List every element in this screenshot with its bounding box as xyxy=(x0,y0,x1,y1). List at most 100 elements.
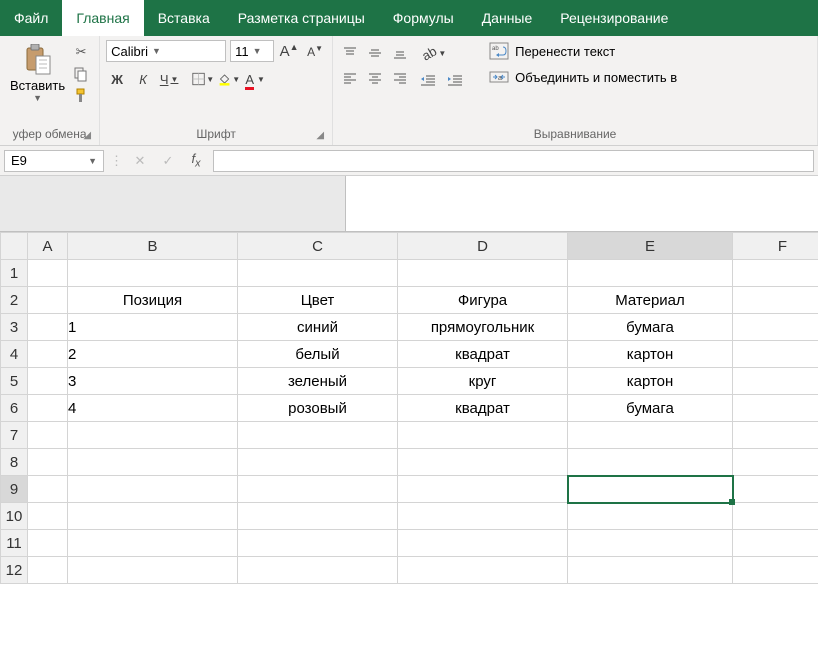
cell[interactable] xyxy=(28,422,68,449)
cell[interactable] xyxy=(398,449,568,476)
cell[interactable] xyxy=(733,395,818,422)
tab-data[interactable]: Данные xyxy=(468,0,547,36)
decrease-font-button[interactable]: A▼ xyxy=(304,40,326,62)
formula-input[interactable] xyxy=(213,150,814,172)
cell[interactable]: зеленый xyxy=(238,368,398,395)
cell[interactable] xyxy=(398,503,568,530)
cell[interactable] xyxy=(28,503,68,530)
cell[interactable] xyxy=(568,422,733,449)
align-top-button[interactable] xyxy=(339,42,361,64)
cell[interactable] xyxy=(28,341,68,368)
cell[interactable] xyxy=(28,557,68,584)
cell[interactable] xyxy=(238,260,398,287)
increase-font-button[interactable]: A▲ xyxy=(278,40,300,62)
cell[interactable]: картон xyxy=(568,341,733,368)
row-header[interactable]: 1 xyxy=(1,260,28,287)
row-header[interactable]: 6 xyxy=(1,395,28,422)
cell[interactable] xyxy=(733,530,818,557)
paste-button[interactable]: Вставить ▼ xyxy=(6,40,69,105)
cell[interactable] xyxy=(238,422,398,449)
cell[interactable]: 4 xyxy=(68,395,238,422)
cell[interactable]: синий xyxy=(238,314,398,341)
cell[interactable] xyxy=(398,476,568,503)
tab-formulas[interactable]: Формулы xyxy=(379,0,468,36)
align-left-button[interactable] xyxy=(339,67,361,89)
cell[interactable] xyxy=(733,260,818,287)
row-header[interactable]: 10 xyxy=(1,503,28,530)
row-header[interactable]: 5 xyxy=(1,368,28,395)
column-header[interactable]: E xyxy=(568,233,733,260)
column-header[interactable]: D xyxy=(398,233,568,260)
cell[interactable] xyxy=(28,368,68,395)
cell[interactable] xyxy=(28,395,68,422)
cell[interactable] xyxy=(28,260,68,287)
cell[interactable] xyxy=(68,476,238,503)
cell[interactable] xyxy=(238,476,398,503)
cell[interactable]: розовый xyxy=(238,395,398,422)
tab-file[interactable]: Файл xyxy=(0,0,62,36)
cell[interactable] xyxy=(733,557,818,584)
font-name-combo[interactable]: Calibri▼ xyxy=(106,40,226,62)
cell[interactable] xyxy=(733,314,818,341)
cell[interactable]: Материал xyxy=(568,287,733,314)
cell[interactable] xyxy=(238,530,398,557)
cell[interactable]: круг xyxy=(398,368,568,395)
enter-formula-button[interactable]: ✓ xyxy=(157,150,179,172)
cell[interactable] xyxy=(398,530,568,557)
tab-home[interactable]: Главная xyxy=(62,0,143,36)
cell[interactable] xyxy=(398,422,568,449)
cell[interactable] xyxy=(733,341,818,368)
cell[interactable] xyxy=(28,530,68,557)
row-header[interactable]: 2 xyxy=(1,287,28,314)
cell[interactable]: Цвет xyxy=(238,287,398,314)
cell[interactable] xyxy=(568,449,733,476)
cell[interactable] xyxy=(398,260,568,287)
name-box[interactable]: E9▼ xyxy=(4,150,104,172)
row-header[interactable]: 8 xyxy=(1,449,28,476)
decrease-indent-button[interactable] xyxy=(417,70,439,92)
cell[interactable] xyxy=(733,368,818,395)
launcher-icon[interactable]: ◢ xyxy=(316,130,324,141)
cell[interactable] xyxy=(568,503,733,530)
increase-indent-button[interactable] xyxy=(444,70,466,92)
fill-color-button[interactable]: ▼ xyxy=(218,68,240,90)
row-header[interactable]: 12 xyxy=(1,557,28,584)
cell[interactable] xyxy=(28,314,68,341)
column-header[interactable]: A xyxy=(28,233,68,260)
cell[interactable] xyxy=(733,449,818,476)
cell[interactable] xyxy=(733,287,818,314)
spreadsheet-grid[interactable]: ABCDEF12ПозицияЦветФигураМатериал31синий… xyxy=(0,232,818,584)
cell[interactable] xyxy=(733,503,818,530)
cell[interactable] xyxy=(733,476,818,503)
cell[interactable] xyxy=(68,449,238,476)
cell[interactable] xyxy=(28,476,68,503)
cell[interactable] xyxy=(398,557,568,584)
cell[interactable] xyxy=(568,260,733,287)
cell[interactable]: картон xyxy=(568,368,733,395)
cut-button[interactable]: ✂ xyxy=(71,42,91,62)
cell[interactable]: белый xyxy=(238,341,398,368)
cell[interactable] xyxy=(568,557,733,584)
cell[interactable]: Позиция xyxy=(68,287,238,314)
format-painter-button[interactable] xyxy=(71,86,91,106)
underline-button[interactable]: Ч▼ xyxy=(158,68,180,90)
cell[interactable] xyxy=(68,530,238,557)
insert-function-button[interactable]: fx xyxy=(185,150,207,172)
cell[interactable]: 1 xyxy=(68,314,238,341)
italic-button[interactable]: К xyxy=(132,68,154,90)
font-size-combo[interactable]: 11▼ xyxy=(230,40,274,62)
cell[interactable] xyxy=(68,557,238,584)
font-color-button[interactable]: A ▼ xyxy=(244,68,266,90)
row-header[interactable]: 11 xyxy=(1,530,28,557)
align-right-button[interactable] xyxy=(389,67,411,89)
cell[interactable]: 2 xyxy=(68,341,238,368)
merge-center-button[interactable]: a Объединить и поместить в xyxy=(489,68,677,86)
cell[interactable] xyxy=(68,260,238,287)
orientation-button[interactable]: ab▼ xyxy=(417,42,451,64)
cell[interactable] xyxy=(28,449,68,476)
column-header[interactable]: B xyxy=(68,233,238,260)
align-center-button[interactable] xyxy=(364,67,386,89)
cell[interactable]: бумага xyxy=(568,395,733,422)
row-header[interactable]: 4 xyxy=(1,341,28,368)
cancel-formula-button[interactable]: ✕ xyxy=(129,150,151,172)
